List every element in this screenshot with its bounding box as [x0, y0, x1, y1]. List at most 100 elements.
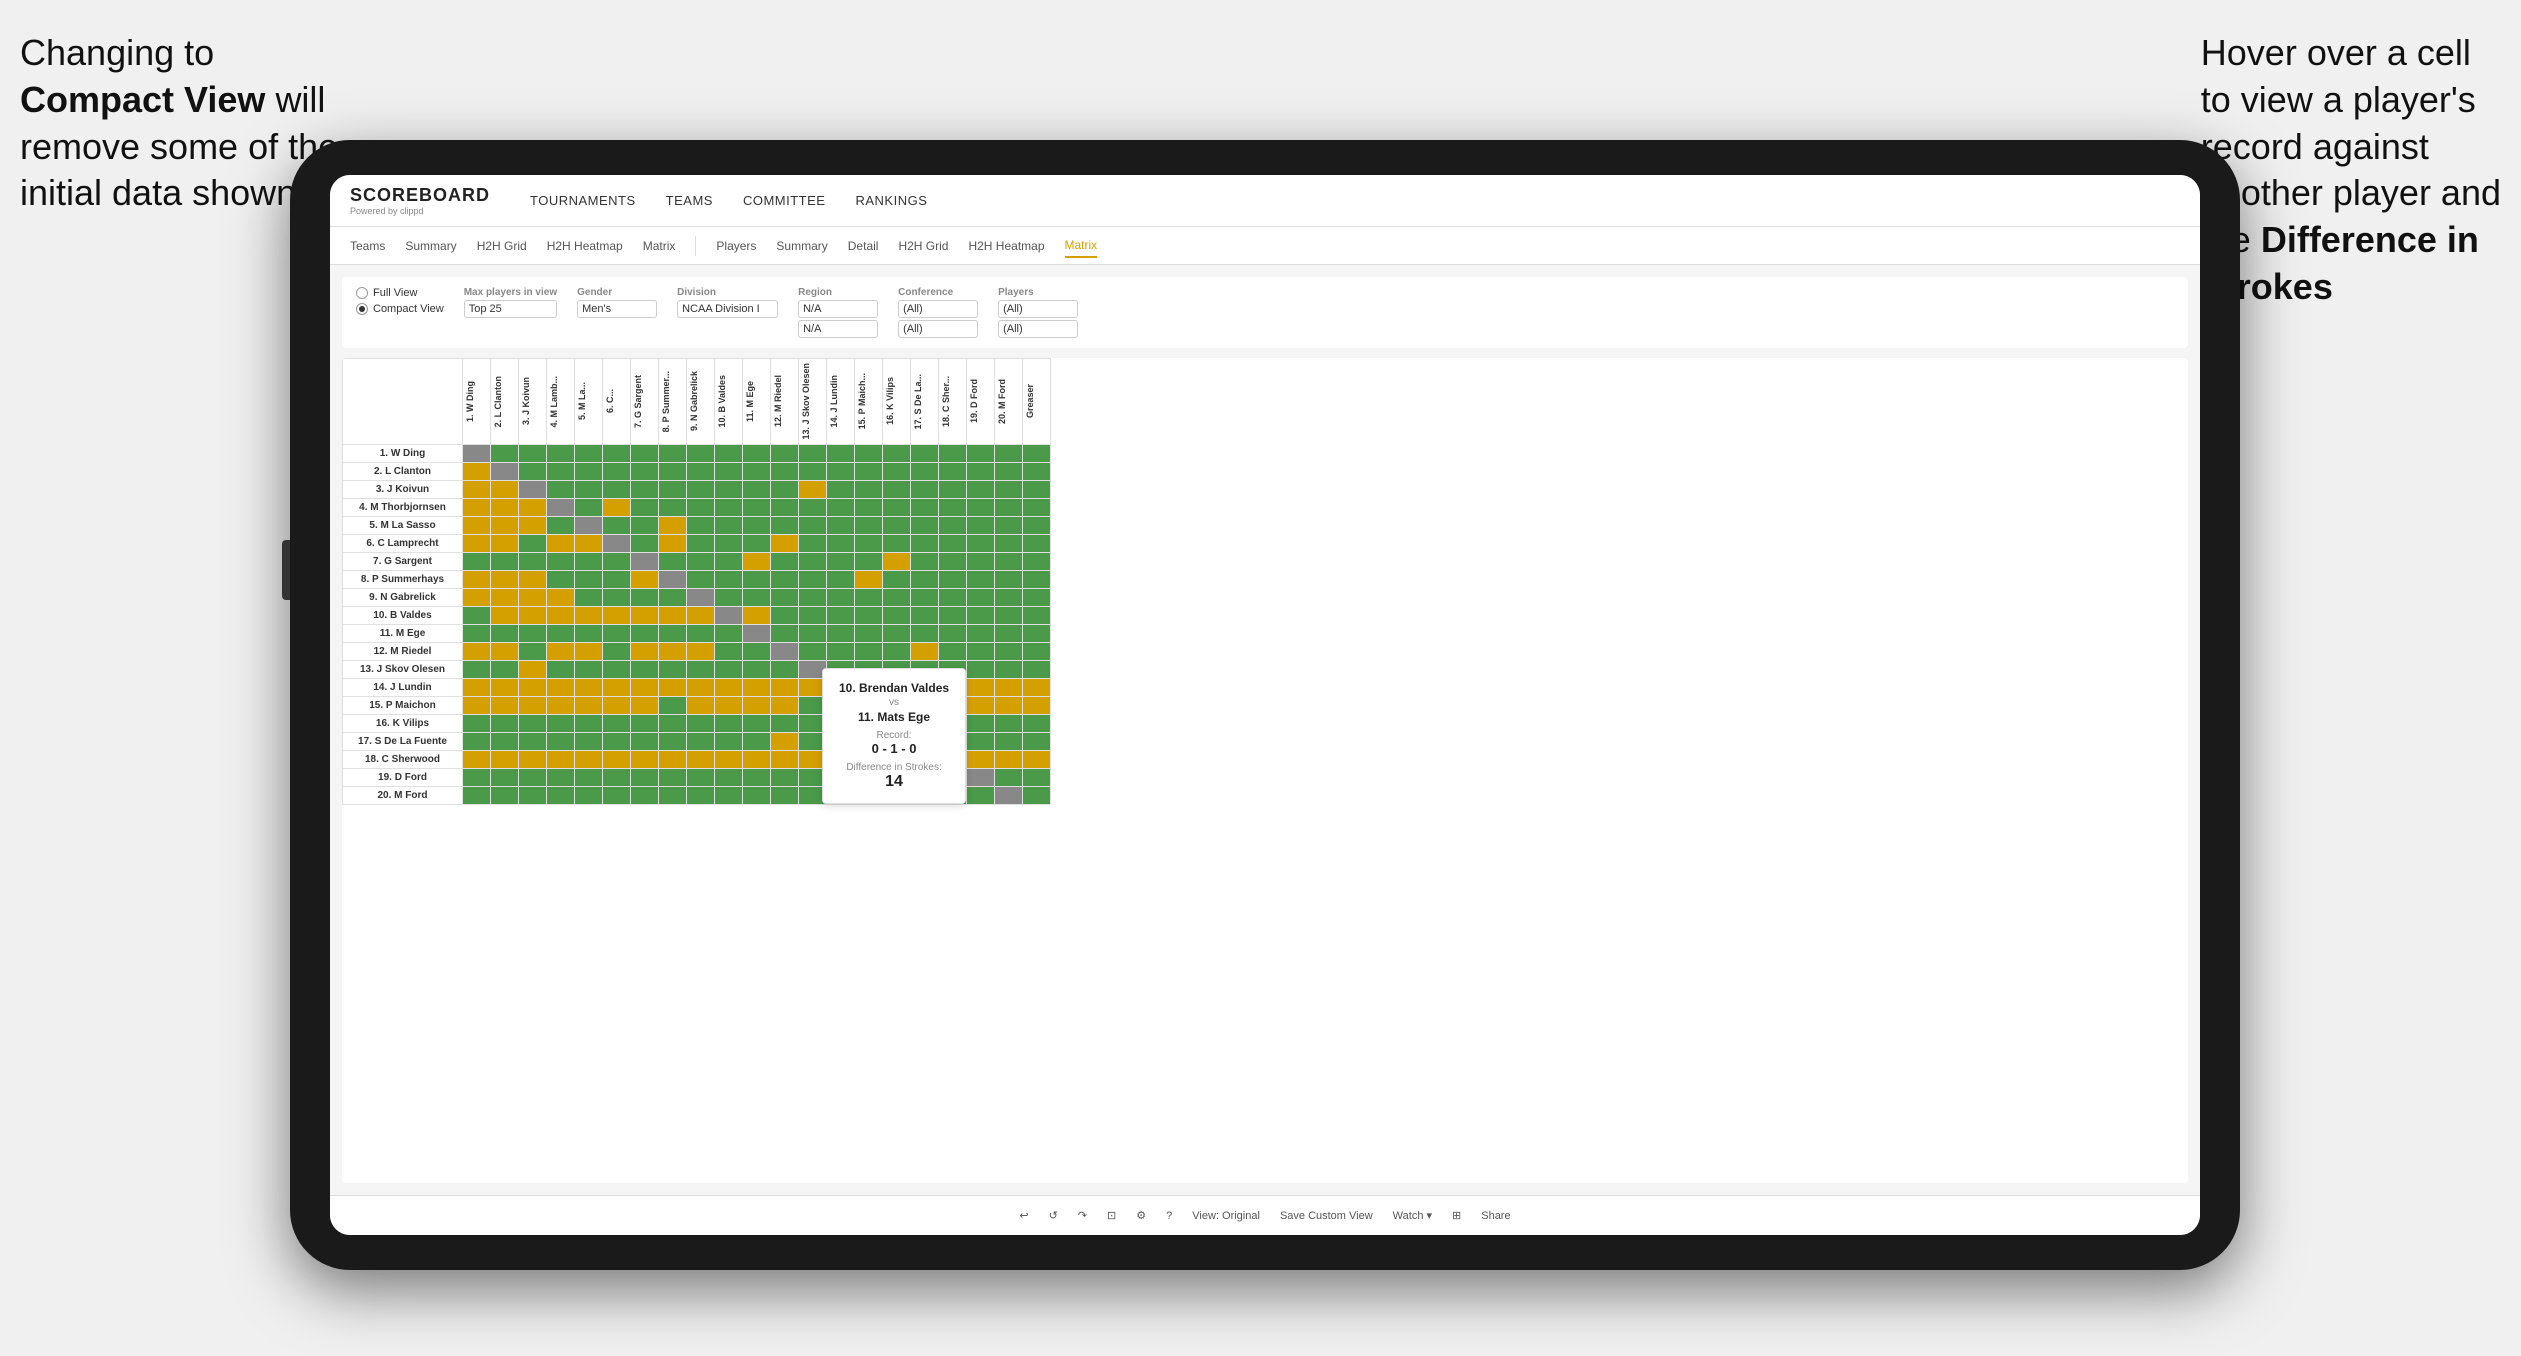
matrix-cell[interactable]: [547, 624, 575, 642]
matrix-cell[interactable]: [883, 480, 911, 498]
matrix-cell[interactable]: [603, 696, 631, 714]
matrix-cell[interactable]: [911, 606, 939, 624]
matrix-cell[interactable]: [519, 588, 547, 606]
matrix-cell[interactable]: [491, 624, 519, 642]
matrix-cell[interactable]: [743, 480, 771, 498]
tab-detail[interactable]: Detail: [848, 235, 879, 257]
matrix-cell[interactable]: [827, 570, 855, 588]
matrix-cell[interactable]: [547, 714, 575, 732]
matrix-cell[interactable]: [883, 444, 911, 462]
matrix-cell[interactable]: [547, 678, 575, 696]
matrix-cell[interactable]: [575, 588, 603, 606]
matrix-cell[interactable]: [771, 606, 799, 624]
matrix-cell[interactable]: [519, 444, 547, 462]
matrix-cell[interactable]: [799, 462, 827, 480]
matrix-cell[interactable]: [1023, 462, 1051, 480]
matrix-cell[interactable]: [1023, 768, 1051, 786]
matrix-cell[interactable]: [463, 480, 491, 498]
matrix-cell[interactable]: [855, 552, 883, 570]
matrix-cell[interactable]: [1023, 696, 1051, 714]
matrix-cell[interactable]: [519, 714, 547, 732]
matrix-cell[interactable]: [911, 498, 939, 516]
matrix-cell[interactable]: [715, 642, 743, 660]
matrix-cell[interactable]: [687, 660, 715, 678]
matrix-cell[interactable]: [491, 750, 519, 768]
matrix-cell[interactable]: [743, 516, 771, 534]
matrix-cell[interactable]: [659, 660, 687, 678]
tab-h2h-heatmap[interactable]: H2H Heatmap: [547, 235, 623, 257]
nav-item-teams[interactable]: TEAMS: [666, 189, 713, 212]
matrix-cell[interactable]: [547, 570, 575, 588]
matrix-cell[interactable]: [463, 768, 491, 786]
matrix-cell[interactable]: [659, 516, 687, 534]
matrix-cell[interactable]: [771, 462, 799, 480]
matrix-cell[interactable]: [855, 534, 883, 552]
matrix-cell[interactable]: [911, 480, 939, 498]
filter-gender-select[interactable]: Men's: [577, 300, 657, 318]
matrix-cell[interactable]: [967, 462, 995, 480]
matrix-cell[interactable]: [547, 516, 575, 534]
matrix-cell[interactable]: [743, 732, 771, 750]
matrix-cell[interactable]: [463, 498, 491, 516]
matrix-cell[interactable]: [799, 534, 827, 552]
matrix-cell[interactable]: [547, 534, 575, 552]
matrix-cell[interactable]: [715, 786, 743, 804]
matrix-cell[interactable]: [575, 552, 603, 570]
matrix-cell[interactable]: [827, 480, 855, 498]
matrix-cell[interactable]: [687, 480, 715, 498]
matrix-cell[interactable]: [715, 534, 743, 552]
matrix-cell[interactable]: [547, 498, 575, 516]
matrix-cell[interactable]: [715, 552, 743, 570]
matrix-cell[interactable]: [575, 462, 603, 480]
matrix-cell[interactable]: [687, 444, 715, 462]
matrix-cell[interactable]: [1023, 660, 1051, 678]
matrix-cell[interactable]: [995, 732, 1023, 750]
matrix-cell[interactable]: [1023, 678, 1051, 696]
matrix-cell[interactable]: [715, 696, 743, 714]
matrix-cell[interactable]: [995, 570, 1023, 588]
matrix-cell[interactable]: [771, 534, 799, 552]
matrix-cell[interactable]: [659, 498, 687, 516]
matrix-cell[interactable]: [743, 534, 771, 552]
matrix-cell[interactable]: [799, 642, 827, 660]
matrix-cell[interactable]: [463, 606, 491, 624]
matrix-cell[interactable]: [911, 444, 939, 462]
matrix-cell[interactable]: [603, 678, 631, 696]
matrix-cell[interactable]: [575, 606, 603, 624]
layout-button[interactable]: ⊞: [1452, 1209, 1461, 1222]
matrix-cell[interactable]: [883, 498, 911, 516]
matrix-cell[interactable]: [939, 606, 967, 624]
matrix-cell[interactable]: [547, 660, 575, 678]
matrix-cell[interactable]: [715, 498, 743, 516]
matrix-cell[interactable]: [715, 588, 743, 606]
matrix-cell[interactable]: [491, 570, 519, 588]
matrix-cell[interactable]: [687, 552, 715, 570]
filter-region-select1[interactable]: N/A: [798, 300, 878, 318]
matrix-cell[interactable]: [687, 462, 715, 480]
matrix-cell[interactable]: [715, 678, 743, 696]
filter-conference-select2[interactable]: (All): [898, 320, 978, 338]
matrix-cell[interactable]: [631, 480, 659, 498]
matrix-cell[interactable]: [603, 588, 631, 606]
matrix-cell[interactable]: [883, 606, 911, 624]
matrix-cell[interactable]: [939, 498, 967, 516]
share-button[interactable]: Share: [1481, 1210, 1510, 1222]
matrix-cell[interactable]: [575, 534, 603, 552]
matrix-cell[interactable]: [519, 786, 547, 804]
matrix-cell[interactable]: [519, 552, 547, 570]
matrix-cell[interactable]: [911, 552, 939, 570]
matrix-cell[interactable]: [631, 768, 659, 786]
matrix-cell[interactable]: [855, 642, 883, 660]
matrix-cell[interactable]: [939, 462, 967, 480]
matrix-cell[interactable]: [547, 642, 575, 660]
matrix-cell[interactable]: [631, 786, 659, 804]
matrix-cell[interactable]: [1023, 606, 1051, 624]
matrix-cell[interactable]: [463, 750, 491, 768]
matrix-cell[interactable]: [659, 462, 687, 480]
matrix-cell[interactable]: [939, 552, 967, 570]
matrix-cell[interactable]: [743, 642, 771, 660]
matrix-cell[interactable]: [715, 606, 743, 624]
matrix-cell[interactable]: [659, 570, 687, 588]
matrix-cell[interactable]: [967, 516, 995, 534]
matrix-cell[interactable]: [519, 462, 547, 480]
